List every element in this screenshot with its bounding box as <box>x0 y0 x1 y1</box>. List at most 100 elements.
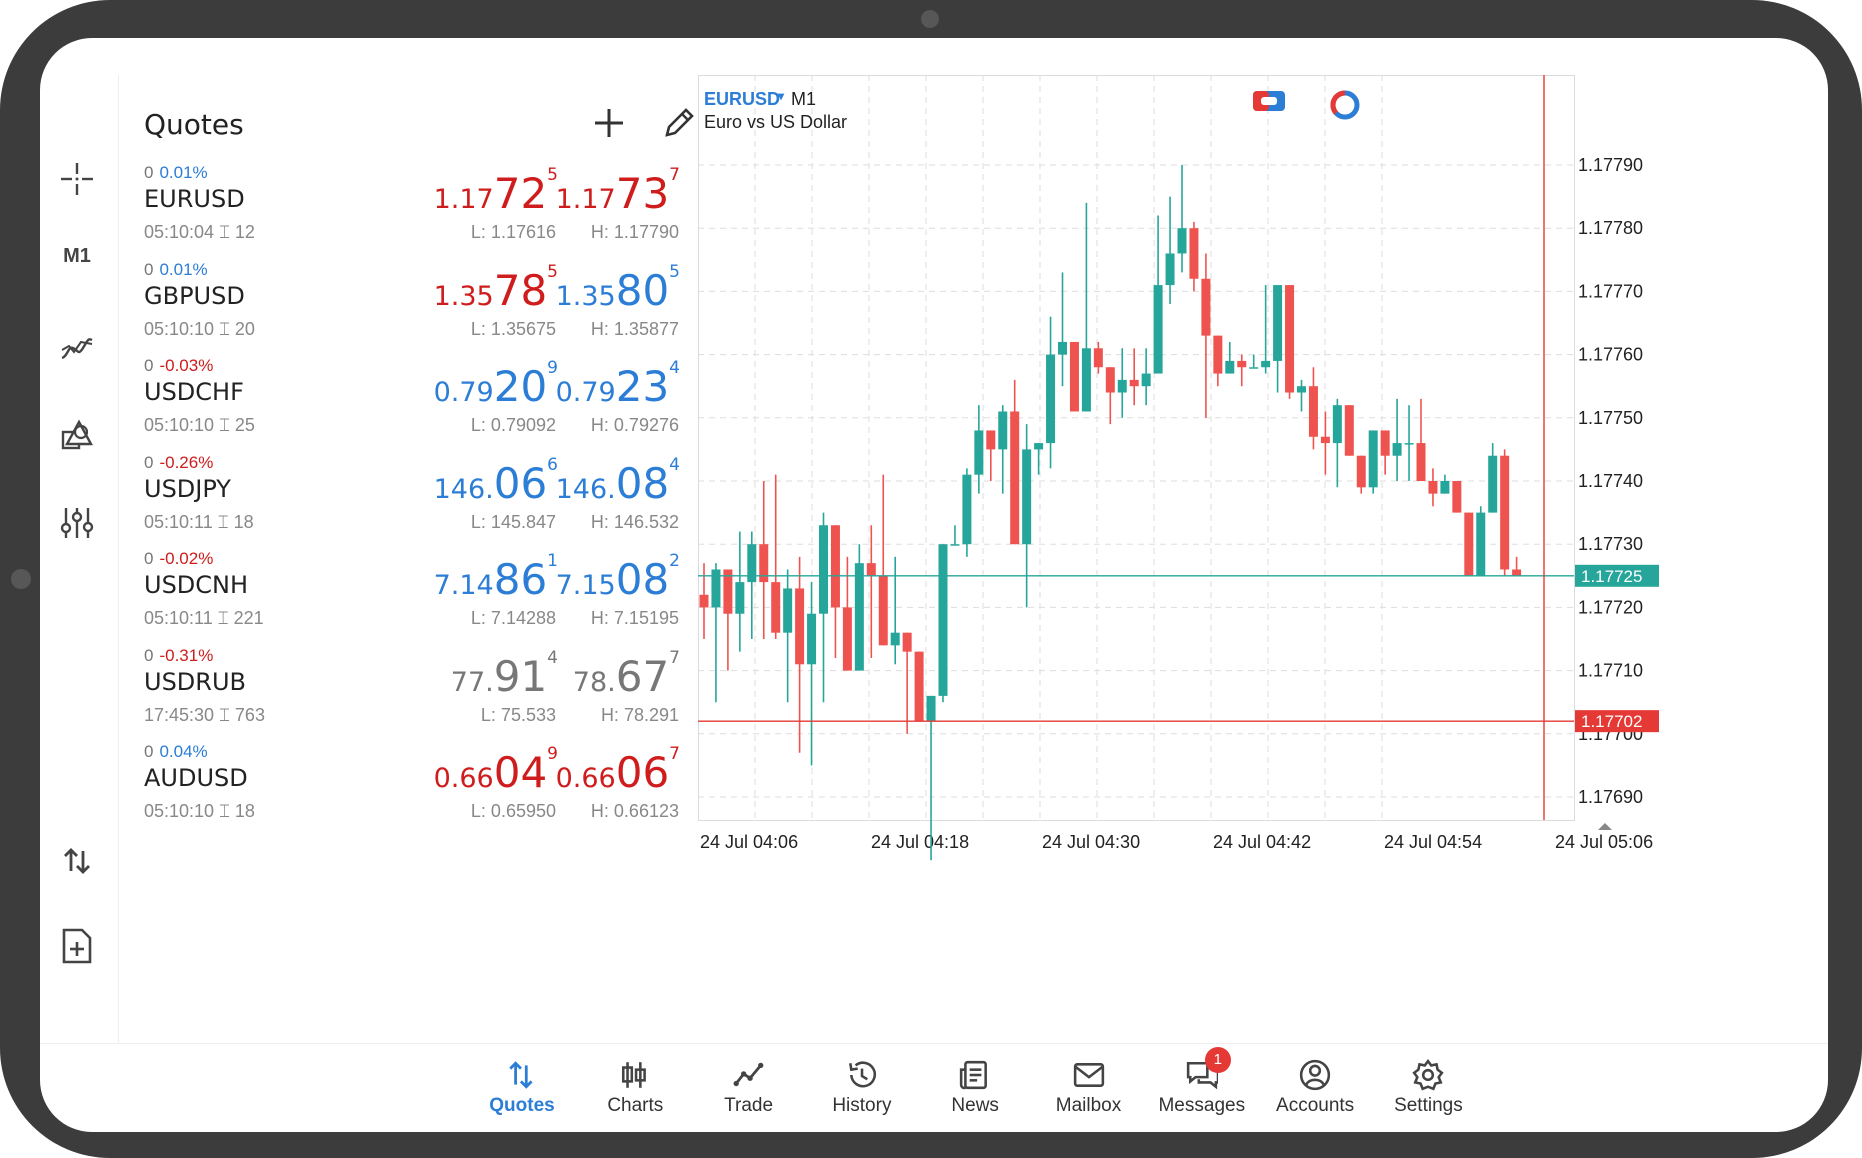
bid-price-big: 04 <box>493 748 548 797</box>
edit-symbols-button[interactable] <box>659 103 698 143</box>
nav-history[interactable]: History <box>807 1059 917 1129</box>
candle-body <box>771 582 781 633</box>
chart-toolbar: M1 <box>40 68 118 1043</box>
change-points: 0 <box>144 259 154 279</box>
bid-price-big: 06 <box>493 458 548 508</box>
ask-price[interactable]: 0.79234 <box>555 358 680 411</box>
nav-label: Charts <box>607 1095 664 1116</box>
bid-price-prefix: 7.14 <box>433 570 494 601</box>
spread-icon: ⌶ <box>219 415 230 435</box>
y-tick-label: 1.17750 <box>1578 408 1643 428</box>
ask-price[interactable]: 1.17737 <box>556 165 680 218</box>
high-price: H: 1.35877 <box>590 318 679 339</box>
depth-of-market-icon[interactable] <box>1328 88 1362 127</box>
candle-body <box>1356 455 1366 488</box>
bid-price-label: 1.17725 <box>1581 567 1642 586</box>
spread-value: 763 <box>234 704 265 725</box>
candle-body <box>938 544 948 696</box>
ask-price-point: 7 <box>669 744 680 764</box>
change-points: 0 <box>144 163 154 182</box>
add-symbol-button[interactable] <box>589 103 629 143</box>
camera <box>921 10 939 28</box>
nav-settings[interactable]: Settings <box>1373 1059 1483 1129</box>
candle-body <box>1332 405 1342 444</box>
y-tick-label: 1.17730 <box>1578 534 1643 554</box>
ask-price-prefix: 78. <box>572 666 616 698</box>
trade-arrows-icon[interactable] <box>52 836 102 886</box>
candle-body <box>1081 348 1091 412</box>
ask-price-point: 5 <box>669 261 680 282</box>
symbol-dropdown-icon[interactable]: ▾ <box>778 89 784 103</box>
bid-price[interactable]: 1.35785 <box>434 262 558 315</box>
one-click-trading-icon[interactable] <box>1252 88 1286 119</box>
candle-body <box>1046 354 1056 444</box>
candlestick-chart[interactable]: 1.17790 1.17780 1.17770 1.17760 1.17750 1.177… <box>698 75 1781 1025</box>
bid-price[interactable]: 146.066 <box>434 455 558 508</box>
candle-body <box>1022 449 1032 545</box>
candle-body <box>914 651 924 722</box>
nav-label: Mailbox <box>1055 1095 1122 1116</box>
ask-price-big: 67 <box>615 651 670 701</box>
spread-value: 18 <box>234 801 255 821</box>
indicators-icon[interactable] <box>52 323 102 373</box>
bottom-navigation: Quotes Charts Trade History News Mailbox Messa… <box>40 1043 1828 1132</box>
settings-sliders-icon[interactable] <box>52 498 102 548</box>
quote-time: 17:45:30 ⌶ 763 <box>144 705 265 726</box>
plus-icon <box>595 109 623 137</box>
ask-price[interactable]: 146.084 <box>556 455 680 508</box>
quotes-title: Quotes <box>144 108 244 141</box>
symbol-name: GBPUSD <box>144 281 245 310</box>
candle-body <box>1261 360 1271 368</box>
ask-price[interactable]: 7.15082 <box>556 551 680 604</box>
ask-price-big: 08 <box>615 458 670 508</box>
ask-price-prefix: 0.79 <box>555 377 616 408</box>
nav-mailbox[interactable]: Mailbox <box>1034 1059 1144 1129</box>
objects-icon[interactable] <box>52 411 102 461</box>
quote-row-audusd[interactable]: 0 0.04% AUDUSD 05:10:10 ⌶ 18 0.66049 0.66067 L… <box>119 742 698 857</box>
nav-messages[interactable]: Messages 1 <box>1147 1047 1257 1129</box>
crosshair-icon[interactable] <box>52 154 102 204</box>
bid-price[interactable]: 0.79209 <box>434 358 558 411</box>
candle-body <box>962 474 972 545</box>
candle-body <box>878 575 888 646</box>
chart-timeframe[interactable]: M1 <box>791 89 816 110</box>
bid-price[interactable]: 0.66049 <box>434 744 558 797</box>
nav-news[interactable]: News <box>920 1059 1030 1129</box>
ask-price[interactable]: 1.35805 <box>555 262 680 315</box>
y-tick-label: 1.17720 <box>1578 597 1643 617</box>
ask-price-prefix: 1.35 <box>555 280 616 312</box>
nav-trade[interactable]: Trade <box>694 1059 804 1129</box>
bid-price[interactable]: 77.914 <box>451 648 558 701</box>
change-percent: 0.04% <box>159 742 208 761</box>
plot-area <box>698 75 1575 821</box>
bid-price[interactable]: 1.17725 <box>434 165 558 218</box>
ask-price[interactable]: 78.677 <box>572 648 680 701</box>
time-value: 05:10:11 <box>144 511 213 532</box>
nav-quotes[interactable]: Quotes <box>467 1059 577 1129</box>
timeframe-button[interactable]: M1 <box>52 231 102 281</box>
x-tick-label: 24 Jul 04:42 <box>1213 832 1311 852</box>
ask-price-point: 4 <box>669 358 680 378</box>
candle-body <box>1500 455 1510 570</box>
nav-accounts[interactable]: Accounts <box>1260 1059 1370 1129</box>
low-price: L: 0.79092 <box>470 415 556 435</box>
candle-body <box>1476 512 1486 576</box>
change-points: 0 <box>144 549 154 568</box>
chart-symbol[interactable]: EURUSD <box>704 89 780 110</box>
nav-charts[interactable]: Charts <box>580 1059 690 1129</box>
candle-body <box>890 632 900 646</box>
spread-icon: ⌶ <box>219 704 230 725</box>
candle-body <box>1153 285 1163 374</box>
candle-body <box>1320 436 1330 444</box>
bid-price[interactable]: 7.14861 <box>433 551 558 604</box>
y-tick-label: 1.17690 <box>1578 787 1643 807</box>
ask-price[interactable]: 0.66067 <box>556 744 680 797</box>
candle-body <box>1093 348 1103 368</box>
candle-body <box>926 695 936 722</box>
change-percent: -0.03% <box>159 356 214 375</box>
change-percent: -0.02% <box>159 549 214 568</box>
new-order-icon[interactable] <box>52 921 102 971</box>
candle-body <box>866 563 876 576</box>
candle-body <box>1165 253 1175 286</box>
chart-area[interactable]: 1.17790 1.17780 1.17770 1.17760 1.17750 1.177… <box>698 75 1781 1025</box>
